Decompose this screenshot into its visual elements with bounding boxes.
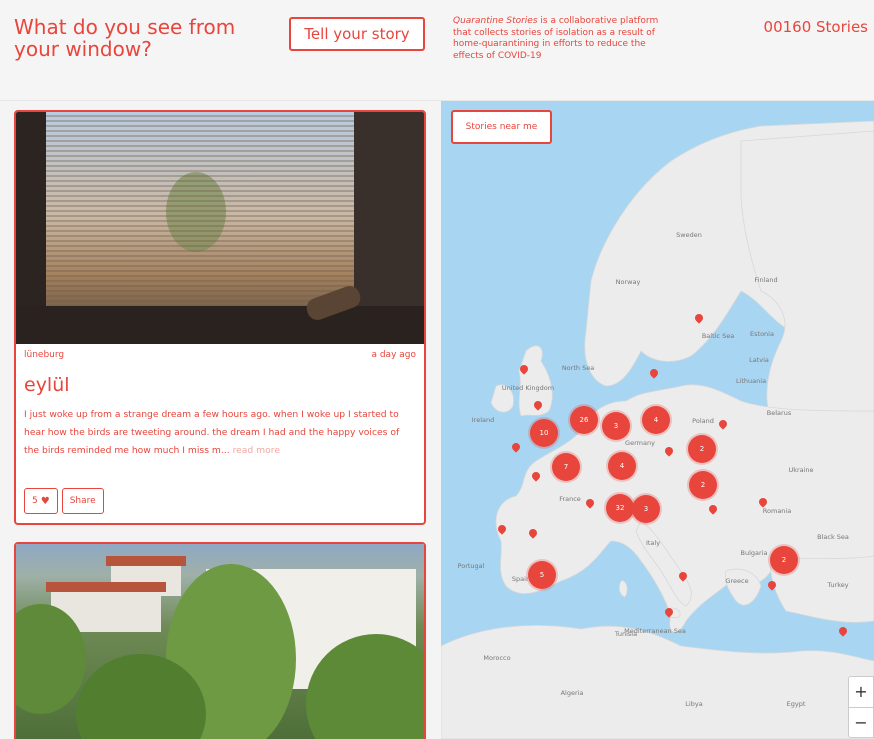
story-location: lüneburg bbox=[24, 350, 65, 360]
map-label: Portugal bbox=[457, 562, 485, 570]
story-meta: lüneburg a day ago bbox=[24, 350, 416, 360]
like-button[interactable]: 5 ♥ bbox=[24, 488, 58, 514]
story-cluster[interactable]: 5 bbox=[528, 561, 556, 589]
story-cluster[interactable]: 2 bbox=[689, 471, 717, 499]
map-label: Lithuania bbox=[735, 377, 767, 385]
story-cluster[interactable]: 2 bbox=[688, 435, 716, 463]
map-label: Norway bbox=[615, 278, 641, 286]
map-label: Sweden bbox=[676, 231, 702, 239]
map-label: Bulgaria bbox=[740, 549, 768, 557]
story-card[interactable] bbox=[14, 542, 426, 739]
story-cluster[interactable]: 4 bbox=[608, 452, 636, 480]
map-label: North Sea bbox=[561, 364, 595, 372]
story-excerpt: I just woke up from a strange dream a fe… bbox=[24, 406, 416, 460]
map-label: Turkey bbox=[827, 581, 849, 589]
map-label: Greece bbox=[725, 577, 749, 585]
photo-sill bbox=[16, 306, 424, 344]
map-label: Finland bbox=[754, 276, 778, 284]
photo-roof bbox=[106, 556, 186, 566]
share-button[interactable]: Share bbox=[61, 488, 104, 514]
map-label: Estonia bbox=[750, 330, 774, 338]
photo-roof bbox=[46, 582, 166, 592]
map-label: Germany bbox=[625, 439, 655, 447]
map-label: United Kingdom bbox=[501, 384, 555, 392]
read-more-link[interactable]: read more bbox=[233, 445, 280, 456]
story-excerpt-text: I just woke up from a strange dream a fe… bbox=[24, 409, 400, 456]
story-cluster[interactable]: 3 bbox=[632, 495, 660, 523]
zoom-out-button[interactable]: − bbox=[849, 708, 873, 738]
about-text: Quarantine Stories is a collaborative pl… bbox=[453, 16, 663, 62]
story-photo[interactable] bbox=[16, 544, 424, 739]
tell-your-story-button[interactable]: Tell your story bbox=[289, 17, 425, 51]
story-cluster[interactable]: 26 bbox=[570, 406, 598, 434]
map-label: Romania bbox=[762, 507, 792, 515]
map-label: Baltic Sea bbox=[701, 332, 735, 340]
map-label: Algeria bbox=[560, 689, 584, 697]
map-label: Black Sea bbox=[817, 533, 849, 541]
story-cluster[interactable]: 3 bbox=[602, 412, 630, 440]
map-label: Egypt bbox=[786, 700, 806, 708]
zoom-control: + − bbox=[848, 676, 874, 738]
map-label: Ireland bbox=[471, 416, 495, 424]
story-title[interactable]: eylül bbox=[24, 374, 70, 396]
map-label: Belarus bbox=[766, 409, 792, 417]
story-card[interactable]: lüneburg a day ago eylül I just woke up … bbox=[14, 110, 426, 525]
map-label: Morocco bbox=[483, 654, 511, 662]
story-cluster[interactable]: 10 bbox=[530, 419, 558, 447]
map-label: Libya bbox=[685, 700, 703, 708]
map-label: Ukraine bbox=[788, 466, 814, 474]
site-title: What do you see from your window? bbox=[14, 15, 236, 61]
story-count: 00160 Stories bbox=[763, 18, 868, 36]
stories-near-me-button[interactable]: Stories near me bbox=[451, 110, 552, 144]
heart-icon: ♥ bbox=[40, 495, 50, 507]
site-header: What do you see from your window? Tell y… bbox=[0, 0, 874, 101]
story-photo[interactable] bbox=[16, 112, 424, 344]
like-count: 5 bbox=[32, 496, 38, 506]
story-cluster[interactable]: 4 bbox=[642, 406, 670, 434]
stories-map[interactable]: Sweden Norway Finland Estonia Latvia Lit… bbox=[441, 101, 874, 739]
map-label: France bbox=[559, 495, 581, 503]
zoom-in-button[interactable]: + bbox=[849, 677, 873, 708]
story-feed[interactable]: lüneburg a day ago eylül I just woke up … bbox=[0, 101, 440, 739]
map-label: Tunisia bbox=[614, 630, 638, 638]
about-lead: Quarantine Stories bbox=[453, 16, 538, 26]
map-label: Italy bbox=[645, 539, 661, 547]
story-time: a day ago bbox=[371, 350, 416, 360]
story-cluster[interactable]: 7 bbox=[552, 453, 580, 481]
map-label: Poland bbox=[692, 417, 714, 425]
map-label: Latvia bbox=[749, 356, 769, 364]
story-cluster[interactable]: 2 bbox=[770, 546, 798, 574]
story-cluster[interactable]: 32 bbox=[606, 494, 634, 522]
story-actions: 5 ♥ Share bbox=[24, 488, 104, 514]
